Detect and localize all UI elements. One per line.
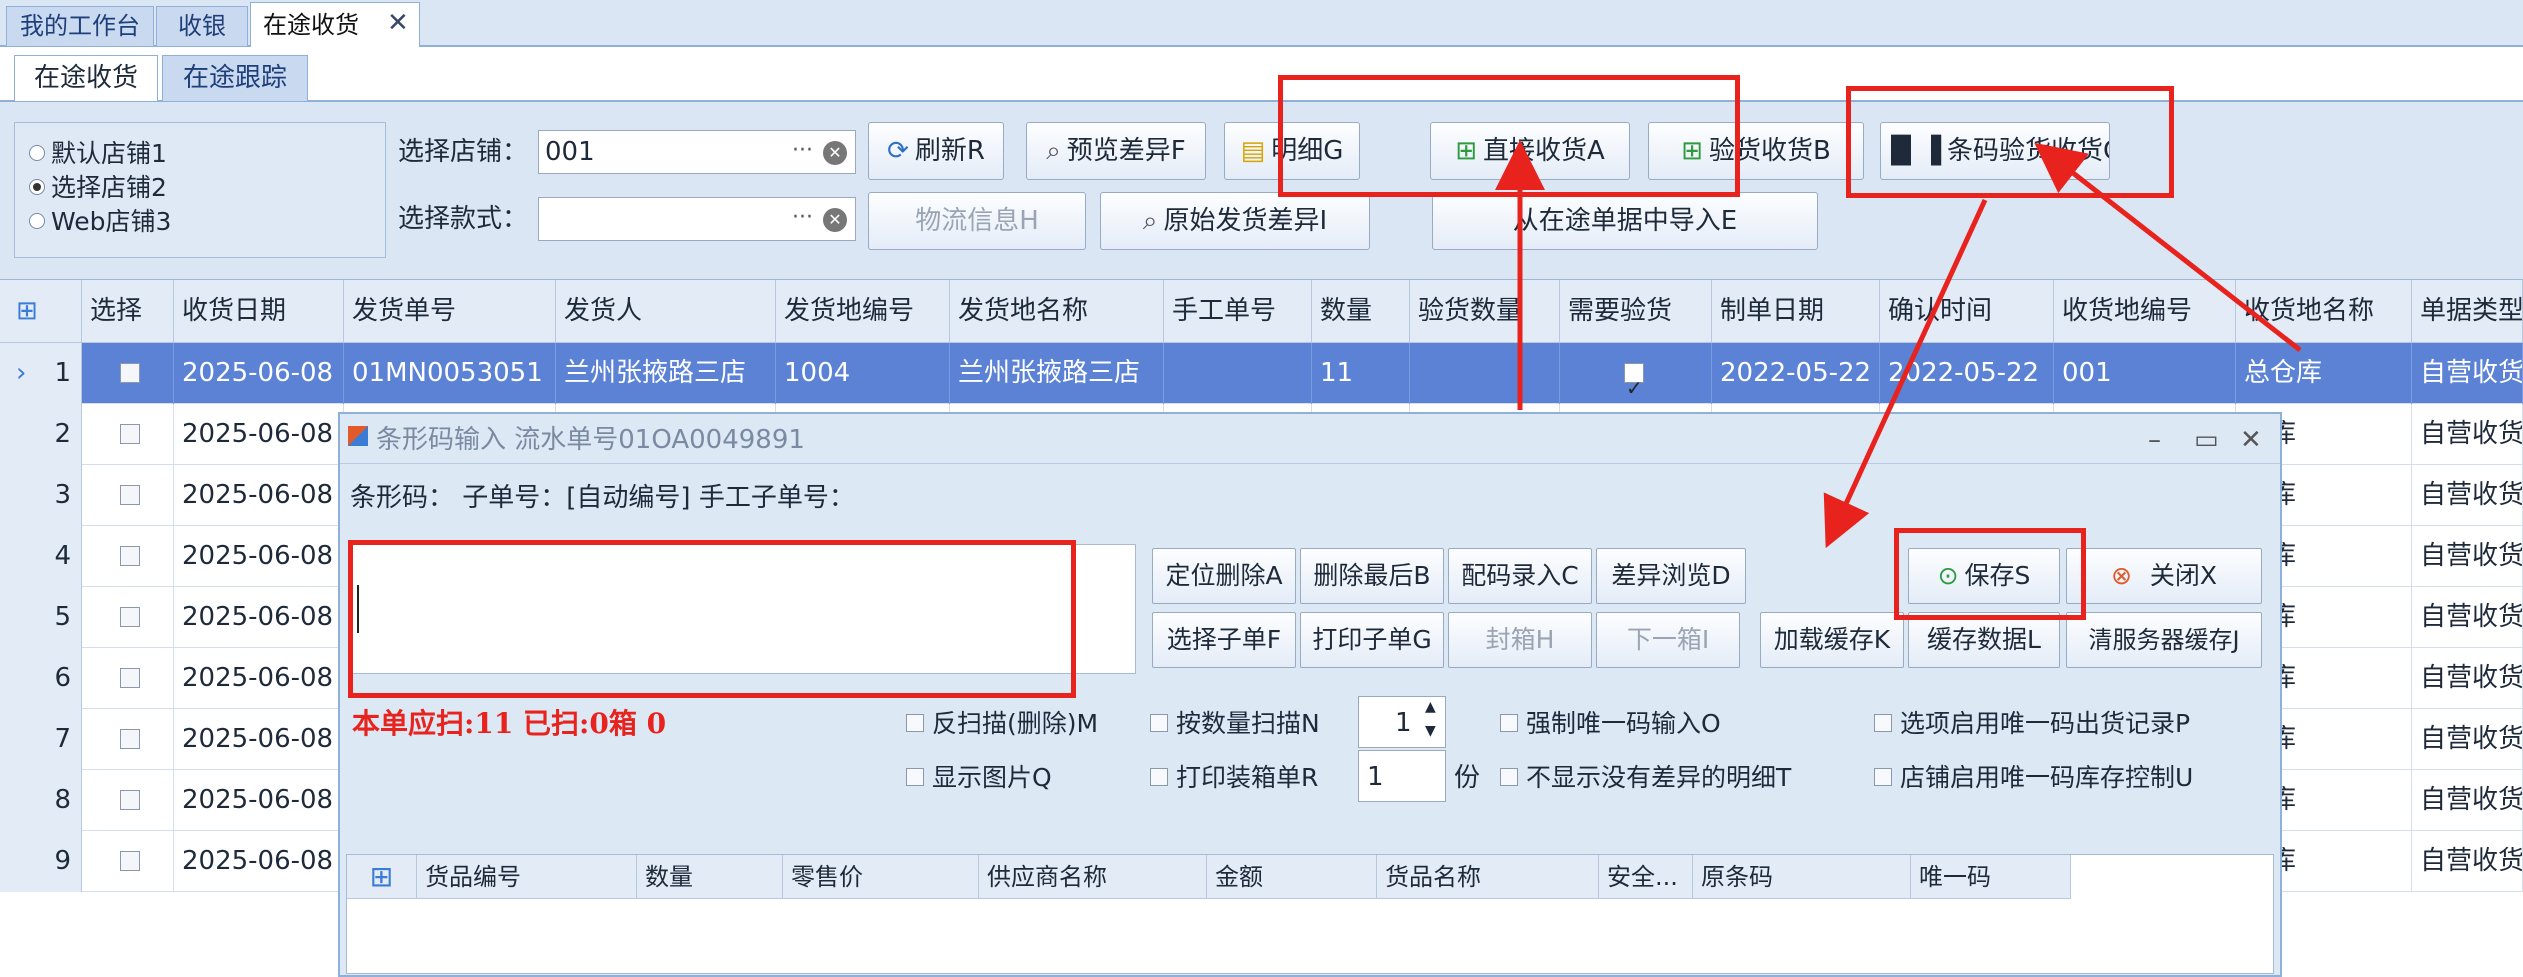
- annotation-arrows: [1495, 140, 2302, 549]
- arrow-down: [1823, 198, 1988, 549]
- arrow-to-barcode: [2034, 142, 2302, 352]
